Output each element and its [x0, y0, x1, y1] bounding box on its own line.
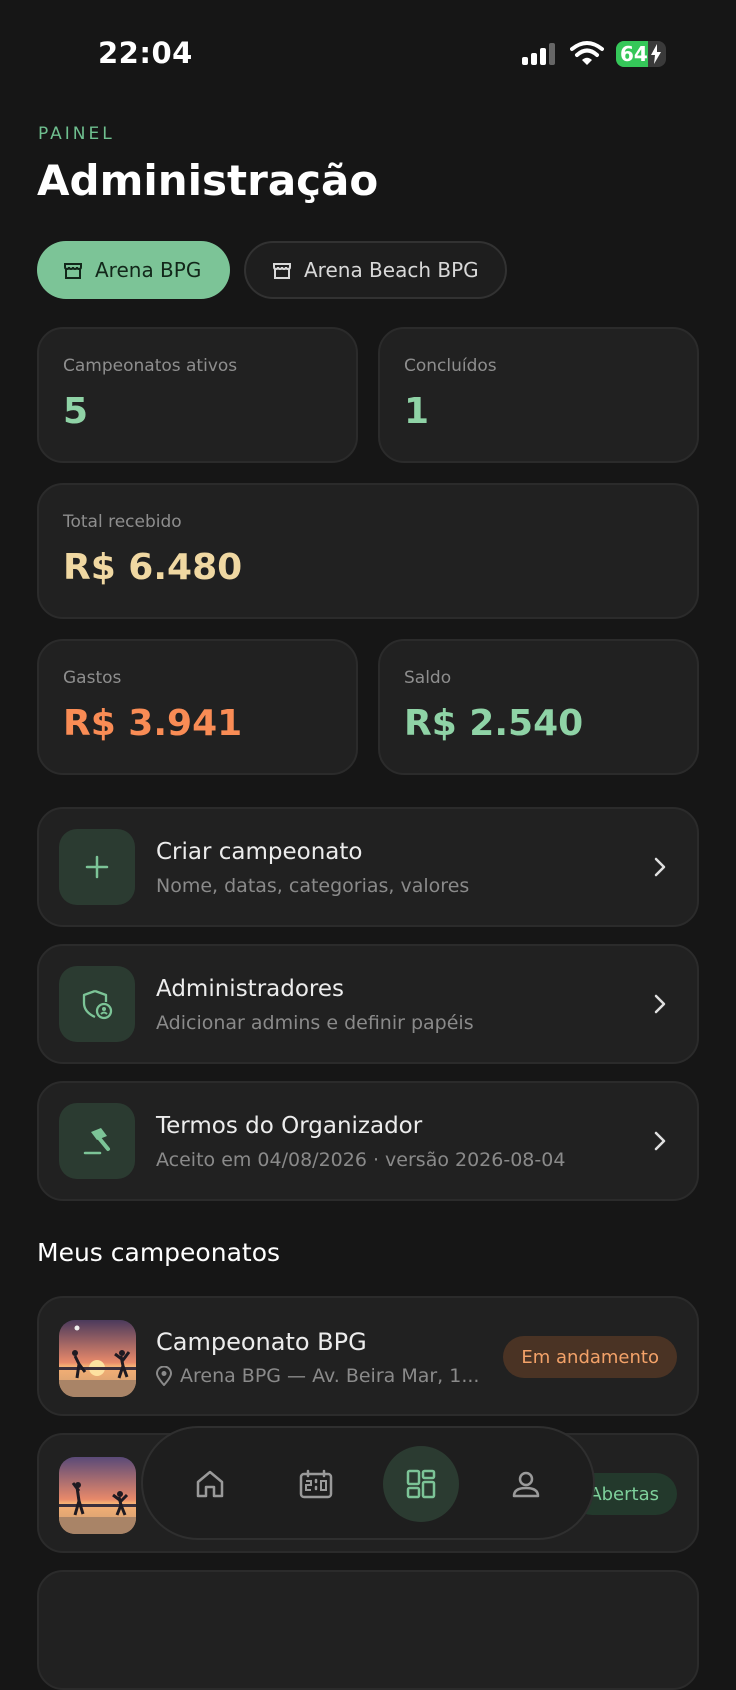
- profile-icon: [512, 1471, 540, 1498]
- championship-thumbnail: [59, 1320, 136, 1397]
- stat-value: 1: [404, 391, 430, 432]
- chevron-right-icon: [654, 1131, 666, 1151]
- championship-name: Campeonato BPG: [156, 1328, 367, 1356]
- championship-thumbnail: [59, 1457, 136, 1534]
- stat-card-balance: Saldo R$ 2.540: [378, 639, 699, 775]
- cellular-signal-icon: [522, 43, 558, 65]
- stat-label: Saldo: [404, 668, 452, 688]
- page-eyebrow: PAINEL: [38, 124, 115, 144]
- championship-location: Arena BPG — Av. Beira Mar, 1...: [180, 1365, 480, 1387]
- chevron-right-icon: [654, 857, 666, 877]
- nav-profile[interactable]: [488, 1446, 564, 1522]
- nav-dashboard[interactable]: [383, 1446, 459, 1522]
- stat-label: Concluídos: [404, 356, 497, 376]
- section-title: Meus campeonatos: [37, 1238, 281, 1267]
- venue-chip-label: Arena Beach BPG: [304, 258, 479, 282]
- chevron-right-icon: [654, 994, 666, 1014]
- championship-item[interactable]: [37, 1570, 699, 1690]
- page-title: Administração: [37, 156, 379, 205]
- stat-card-active: Campeonatos ativos 5: [37, 327, 358, 463]
- championship-item[interactable]: Campeonato BPG Arena BPG — Av. Beira Mar…: [37, 1296, 699, 1416]
- action-subtitle: Nome, datas, categorias, valores: [156, 875, 470, 897]
- store-icon: [273, 263, 291, 279]
- stat-label: Total recebido: [63, 512, 182, 532]
- status-time: 22:04: [98, 36, 193, 70]
- battery-icon: 64: [616, 41, 666, 67]
- location-pin-icon: [156, 1366, 172, 1386]
- store-icon: [64, 263, 82, 279]
- venue-chip-arena-beach-bpg[interactable]: Arena Beach BPG: [244, 241, 507, 299]
- action-title: Administradores: [156, 976, 344, 1002]
- shield-user-icon: [59, 966, 135, 1042]
- stat-value: R$ 2.540: [404, 703, 584, 744]
- action-title: Criar campeonato: [156, 839, 363, 865]
- nav-scoreboard[interactable]: [278, 1446, 354, 1522]
- wifi-icon: [570, 41, 604, 65]
- stat-label: Campeonatos ativos: [63, 356, 238, 376]
- action-subtitle: Aceito em 04/08/2026 · versão 2026-08-04: [156, 1149, 566, 1171]
- action-subtitle: Adicionar admins e definir papéis: [156, 1012, 474, 1034]
- organizer-terms-button[interactable]: Termos do Organizador Aceito em 04/08/20…: [37, 1081, 699, 1201]
- stat-card-expenses: Gastos R$ 3.941: [37, 639, 358, 775]
- plus-icon: [59, 829, 135, 905]
- action-title: Termos do Organizador: [156, 1113, 423, 1139]
- stat-label: Gastos: [63, 668, 122, 688]
- battery-value: 64: [620, 42, 648, 66]
- create-championship-button[interactable]: Criar campeonato Nome, datas, categorias…: [37, 807, 699, 927]
- nav-home[interactable]: [172, 1446, 248, 1522]
- stat-card-completed: Concluídos 1: [378, 327, 699, 463]
- gavel-icon: [59, 1103, 135, 1179]
- stat-card-received: Total recebido R$ 6.480: [37, 483, 699, 619]
- stat-value: 5: [63, 391, 89, 432]
- administrators-button[interactable]: Administradores Adicionar admins e defin…: [37, 944, 699, 1064]
- venue-chip-label: Arena BPG: [95, 258, 202, 282]
- bottom-navigation: [141, 1426, 595, 1540]
- stat-value: R$ 3.941: [63, 703, 243, 744]
- status-badge: Em andamento: [503, 1336, 677, 1378]
- venue-chip-arena-bpg[interactable]: Arena BPG: [37, 241, 230, 299]
- home-icon: [196, 1470, 224, 1498]
- scoreboard-icon: [299, 1469, 333, 1499]
- stat-value: R$ 6.480: [63, 547, 243, 588]
- dashboard-icon: [406, 1469, 436, 1499]
